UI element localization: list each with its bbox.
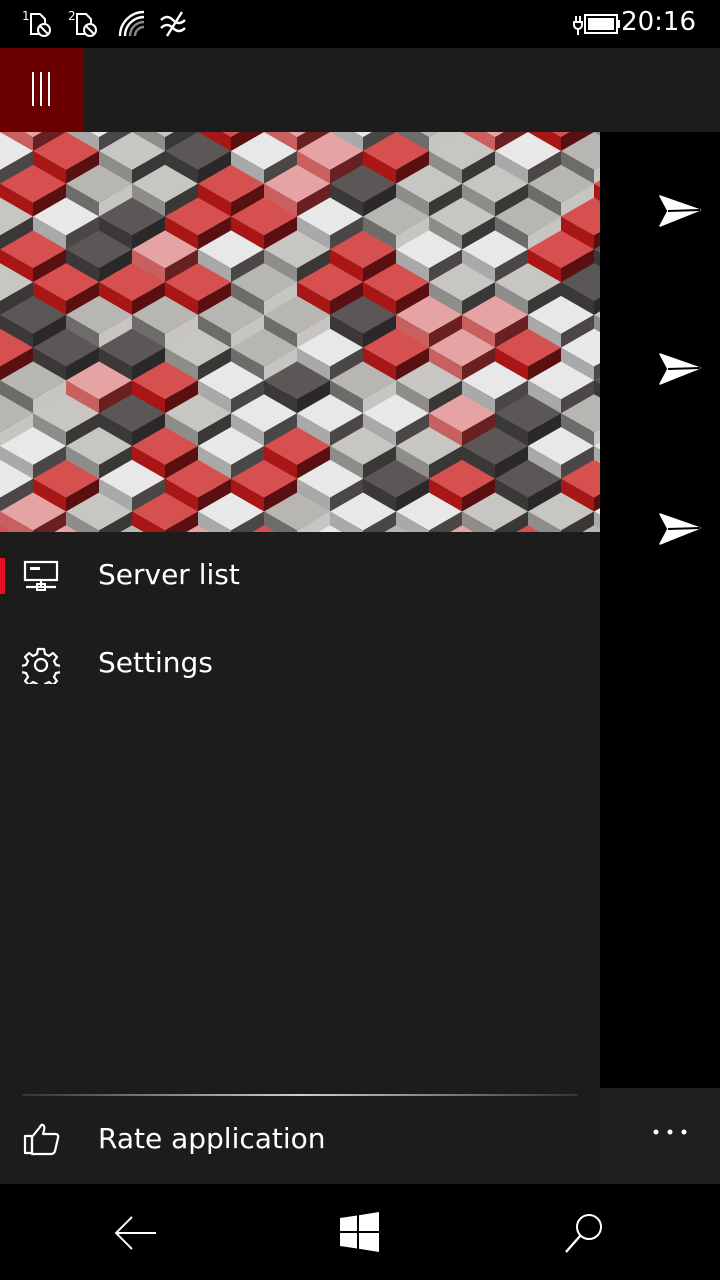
- wifi-icon: [116, 8, 148, 40]
- send-icon: [659, 195, 701, 227]
- search-button[interactable]: [562, 1210, 608, 1256]
- data-connection-icon: [158, 8, 190, 40]
- more-icon: [653, 1129, 687, 1135]
- windows-icon: [340, 1212, 379, 1252]
- nav-item-label: Settings: [98, 646, 213, 679]
- app-bar: [0, 48, 720, 132]
- send-icon: [659, 513, 701, 545]
- nav-item-settings[interactable]: Settings: [0, 620, 600, 708]
- server-icon: [22, 558, 60, 596]
- page-content: [600, 132, 720, 1088]
- sim2-no-service-icon: 2: [68, 8, 100, 40]
- command-bar: [600, 1088, 720, 1184]
- thumbs-up-icon: [22, 1120, 60, 1158]
- drawer-header-image: [0, 132, 600, 532]
- battery-charging-icon: [572, 8, 622, 40]
- clock: 20:16: [621, 7, 696, 37]
- system-navigation-bar: [0, 1184, 720, 1280]
- search-icon: [565, 1214, 602, 1253]
- more-button[interactable]: [650, 1122, 690, 1142]
- nav-item-server-list[interactable]: Server list: [0, 532, 600, 620]
- selection-indicator: [0, 558, 5, 594]
- nav-item-rate-application[interactable]: Rate application: [0, 1096, 600, 1184]
- back-button[interactable]: [112, 1210, 158, 1256]
- status-bar: 1 2 20:16: [0, 0, 720, 48]
- back-icon: [114, 1216, 156, 1250]
- svg-text:2: 2: [68, 9, 76, 23]
- windows-button[interactable]: [337, 1210, 383, 1256]
- nav-item-label: Rate application: [98, 1122, 326, 1155]
- cube-pattern-image: [0, 132, 600, 532]
- nav-item-label: Server list: [98, 558, 240, 591]
- hamburger-icon: [32, 72, 50, 106]
- send-icon: [659, 353, 701, 385]
- gear-icon: [19, 646, 63, 691]
- svg-text:1: 1: [22, 9, 30, 23]
- send-button[interactable]: [658, 194, 702, 228]
- navigation-drawer: Server list Settings Rate application: [0, 132, 600, 1184]
- send-button[interactable]: [658, 512, 702, 546]
- sim1-no-service-icon: 1: [22, 8, 54, 40]
- send-button[interactable]: [658, 352, 702, 386]
- hamburger-button[interactable]: [0, 48, 84, 132]
